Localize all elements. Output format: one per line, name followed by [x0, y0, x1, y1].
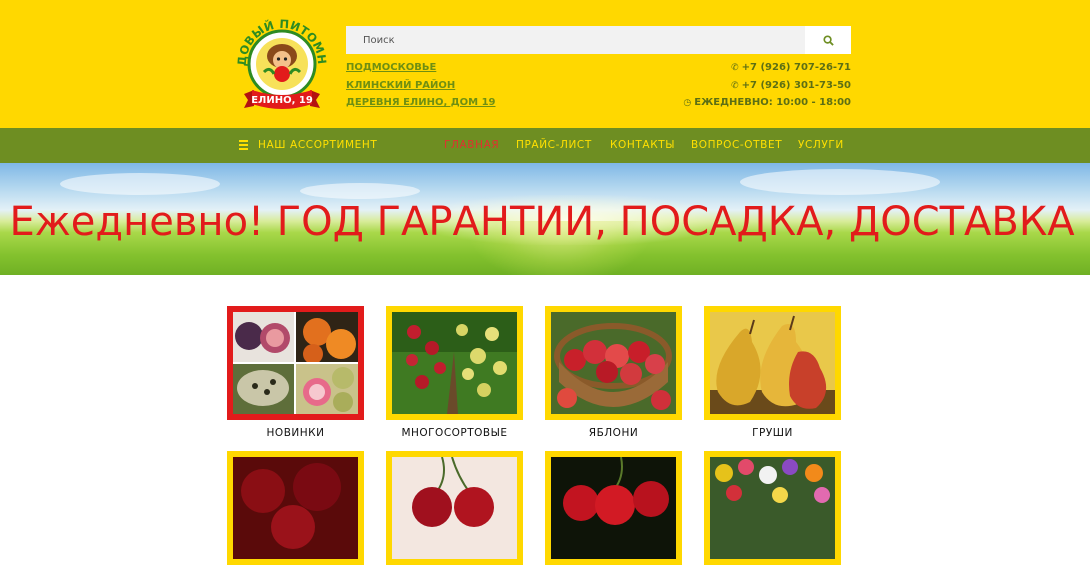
category-image: [227, 306, 364, 420]
opening-hours-text: ЕЖЕДНЕВНО: 10:00 - 18:00: [694, 97, 851, 108]
banner-cloud: [740, 169, 940, 195]
menu-icon: [239, 138, 248, 152]
category-label: МНОГОСОРТОВЫЕ: [401, 427, 508, 439]
phone-2[interactable]: ✆ +7 (926) 301-73-50: [731, 80, 851, 91]
category-card-apple-trees[interactable]: ЯБЛОНИ: [545, 306, 682, 439]
category-card-pears[interactable]: ГРУШИ: [704, 306, 841, 439]
search-icon: [822, 34, 834, 46]
category-image: [704, 451, 841, 565]
category-card-cherries[interactable]: [227, 451, 364, 572]
category-image: [227, 451, 364, 565]
address-district-link[interactable]: КЛИНСКИЙ РАЙОН: [346, 80, 455, 91]
nav-item-home[interactable]: ГЛАВНАЯ: [444, 128, 499, 163]
site-logo[interactable]: САДОВЫЙ ПИТОМНИК ЕЛИНО, 19: [231, 3, 329, 112]
site-header: САДОВЫЙ ПИТОМНИК ЕЛИНО, 19 ПОДМОСКОВЬЕ К…: [0, 0, 1090, 128]
nav-item-contacts[interactable]: КОНТАКТЫ: [610, 128, 675, 163]
category-image: [386, 306, 523, 420]
promo-banner: ем Ежедневно! ГОД ГАРАНТИИ, ПОСАДКА, ДОС…: [0, 163, 1090, 275]
search-button[interactable]: [805, 26, 851, 54]
category-card-novelties[interactable]: НОВИНКИ: [227, 306, 364, 439]
category-image: [386, 451, 523, 565]
banner-cloud: [300, 183, 420, 199]
phone-icon: ✆: [731, 81, 739, 91]
category-image: [704, 306, 841, 420]
opening-hours: ◷ ЕЖЕДНЕВНО: 10:00 - 18:00: [683, 97, 851, 108]
search-bar: [346, 26, 851, 54]
catalog-menu-button[interactable]: НАШ АССОРТИМЕНТ: [239, 128, 377, 163]
logo-ribbon-text: ЕЛИНО, 19: [251, 95, 313, 106]
nav-item-faq[interactable]: ВОПРОС-ОТВЕТ: [691, 128, 782, 163]
phone-2-number: +7 (926) 301-73-50: [741, 80, 851, 91]
phone-1[interactable]: ✆ +7 (926) 707-26-71: [731, 62, 851, 73]
catalog-menu-label: НАШ АССОРТИМЕНТ: [258, 139, 378, 151]
phone-1-number: +7 (926) 707-26-71: [741, 62, 851, 73]
category-card-sweet-cherries[interactable]: [386, 451, 523, 572]
category-card-dark-cherries[interactable]: [545, 451, 682, 572]
category-image: [545, 306, 682, 420]
banner-cloud: [60, 173, 220, 195]
address-region-link[interactable]: ПОДМОСКОВЬЕ: [346, 62, 436, 73]
category-label: ГРУШИ: [752, 427, 793, 439]
nav-item-services[interactable]: УСЛУГИ: [798, 128, 844, 163]
clock-icon: ◷: [683, 98, 692, 108]
category-image: [545, 451, 682, 565]
category-label: ЯБЛОНИ: [588, 427, 639, 439]
phone-icon: ✆: [731, 63, 739, 73]
category-label: НОВИНКИ: [266, 427, 325, 439]
search-input[interactable]: [346, 26, 806, 54]
category-card-multi-variety[interactable]: МНОГОСОРТОВЫЕ: [386, 306, 523, 439]
category-card-flowers[interactable]: [704, 451, 841, 572]
address-village-link[interactable]: ДЕРЕВНЯ ЕЛИНО, ДОМ 19: [346, 97, 495, 108]
nav-item-price-list[interactable]: ПРАЙС-ЛИСТ: [516, 128, 592, 163]
main-navigation: НАШ АССОРТИМЕНТ ГЛАВНАЯ ПРАЙС-ЛИСТ КОНТА…: [0, 128, 1090, 163]
banner-marquee-text: ем Ежедневно! ГОД ГАРАНТИИ, ПОСАДКА, ДОС…: [0, 199, 1075, 245]
